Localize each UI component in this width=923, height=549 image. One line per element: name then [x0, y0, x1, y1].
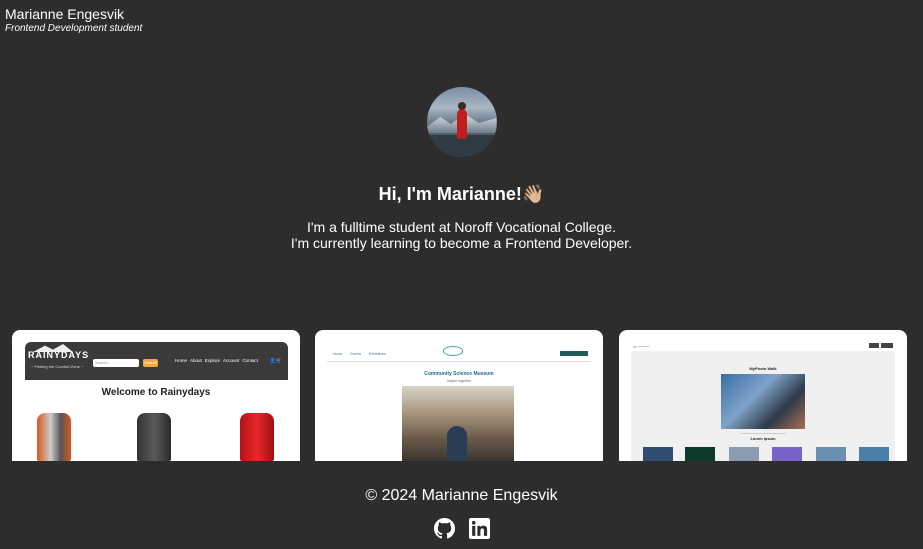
github-icon [433, 518, 455, 539]
linkedin-icon [468, 518, 490, 539]
rainydays-search-input: Search... [93, 359, 139, 367]
jacket-image [240, 413, 274, 461]
rainydays-tagline: ~ Finding the Comfort Zone ~ [31, 364, 84, 369]
site-role: Frontend Development student [5, 23, 143, 34]
copyright-text: © 2024 Marianne Engesvik [365, 487, 558, 504]
blog-lorem: Lorem ipsum [750, 436, 776, 441]
thumbnail [816, 447, 846, 461]
museum-cta-button [560, 351, 588, 356]
intro-line-2: I'm currently learning to become a Front… [290, 235, 633, 251]
rainydays-nav: Home About Explore Account Contact [175, 358, 258, 363]
blog-caption: ───────────────────── [740, 431, 786, 435]
jacket-image [137, 413, 171, 461]
intro-text: I'm a fulltime student at Noroff Vocatio… [0, 219, 923, 251]
project-card-rainydays[interactable]: RAINYDAYS ~ Finding the Comfort Zone ~ S… [12, 330, 300, 461]
museum-nav: Home Events Exhibitions [333, 352, 386, 356]
user-cart-icon: 👤🛒 [269, 358, 282, 364]
blog-nav-button [869, 343, 879, 348]
thumbnail [859, 447, 889, 461]
jacket-image [37, 413, 71, 461]
greeting-text: Hi, I'm Marianne! [378, 184, 522, 204]
github-link[interactable] [433, 518, 455, 539]
rainydays-search-button: Search [143, 359, 158, 367]
projects-section: RAINYDAYS ~ Finding the Comfort Zone ~ S… [12, 330, 908, 461]
site-name: Marianne Engesvik [5, 6, 125, 22]
museum-logo-icon [443, 346, 463, 356]
thumbnail [772, 447, 802, 461]
museum-photo [402, 386, 514, 461]
project-card-blog[interactable]: ▭ ──── MyPhoto Walk ────────────────────… [619, 330, 907, 461]
avatar [426, 87, 497, 157]
rainydays-navbar: RAINYDAYS ~ Finding the Comfort Zone ~ S… [25, 342, 288, 380]
blog-logo-icon: ▭ ──── [633, 344, 650, 349]
project-card-museum[interactable]: Home Events Exhibitions Community Science … [315, 330, 603, 461]
blog-photo [721, 374, 805, 429]
thumbnail [685, 447, 715, 461]
linkedin-link[interactable] [468, 518, 490, 539]
site-header: Marianne Engesvik Frontend Development s… [5, 6, 142, 35]
divider [327, 361, 591, 362]
thumbnail [729, 447, 759, 461]
museum-heading: Community Science Museum [424, 371, 494, 377]
hero-section: Hi, I'm Marianne!👋🏼 I'm a fulltime stude… [0, 87, 923, 251]
blog-nav-button [881, 343, 893, 348]
rainydays-heading: Welcome to Rainydays [101, 387, 211, 398]
rainydays-logo: RAINYDAYS [28, 350, 90, 360]
museum-subheading: Inspire together [446, 379, 472, 383]
intro-line-1: I'm a fulltime student at Noroff Vocatio… [306, 219, 617, 235]
blog-heading: MyPhoto Walk [749, 366, 777, 371]
thumbnail [643, 447, 673, 461]
site-footer: © 2024 Marianne Engesvik [0, 486, 923, 539]
greeting-heading: Hi, I'm Marianne!👋🏼 [0, 183, 923, 205]
social-links [0, 518, 923, 539]
wave-icon: 👋🏼 [521, 184, 545, 204]
